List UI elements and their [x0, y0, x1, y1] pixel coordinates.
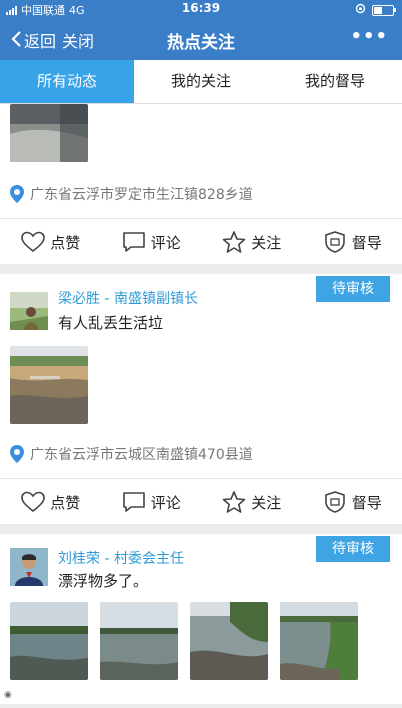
- action-bar: 点赞 评论 关注 督导: [0, 220, 402, 264]
- close-button[interactable]: 关闭: [62, 28, 94, 52]
- comment-button[interactable]: 评论: [101, 220, 202, 264]
- tab-all-activity[interactable]: 所有动态: [0, 60, 134, 103]
- post-card: 刘桂荣 - 村委会主任 漂浮物多了。 待审核 ◉: [0, 534, 402, 704]
- post-photo[interactable]: [190, 602, 268, 680]
- post-card: 梁必胜 - 南盛镇副镇长 有人乱丢生活垃 待审核 广东省云浮市云城区南盛镇470…: [0, 274, 402, 524]
- action-bar: 点赞 评论 关注 督导: [0, 480, 402, 524]
- post-photo[interactable]: [10, 346, 88, 424]
- post-photo[interactable]: [280, 602, 358, 680]
- author-name[interactable]: 梁必胜 - 南盛镇副镇长: [58, 288, 198, 308]
- comment-button[interactable]: 评论: [101, 480, 202, 524]
- heart-icon: [21, 231, 46, 253]
- supervise-button[interactable]: 督导: [302, 480, 402, 524]
- battery-icon: [372, 4, 396, 16]
- divider: [0, 218, 402, 219]
- comment-label: 评论: [150, 493, 181, 512]
- status-right: [355, 3, 396, 17]
- like-button[interactable]: 点赞: [0, 220, 101, 264]
- supervise-button[interactable]: 督导: [302, 220, 402, 264]
- post-photo[interactable]: [10, 602, 88, 680]
- location-row: 广东省云浮市罗定市生江镇828乡道: [10, 184, 253, 204]
- comment-label: 评论: [150, 233, 181, 252]
- post-photo[interactable]: [100, 602, 178, 680]
- heart-icon: [21, 491, 46, 513]
- back-button[interactable]: 返回: [10, 28, 56, 52]
- star-icon: [222, 231, 246, 253]
- like-button[interactable]: 点赞: [0, 480, 101, 524]
- follow-label: 关注: [251, 233, 282, 252]
- post-text: 有人乱丢生活垃: [58, 314, 164, 332]
- post-card: 广东省云浮市罗定市生江镇828乡道 点赞 评论 关注 督导: [0, 104, 402, 264]
- supervise-label: 督导: [351, 493, 382, 512]
- post-text: 漂浮物多了。: [58, 572, 149, 590]
- avatar[interactable]: [10, 548, 48, 586]
- divider: [0, 478, 402, 479]
- follow-button[interactable]: 关注: [201, 480, 302, 524]
- location-pin-icon: [10, 185, 24, 203]
- location-text: 广东省云浮市云城区南盛镇470县道: [30, 447, 253, 463]
- location-pin-icon: [10, 445, 24, 463]
- like-label: 点赞: [50, 493, 81, 512]
- comment-icon: [122, 232, 145, 252]
- chevron-left-icon: [10, 30, 22, 50]
- avatar[interactable]: [10, 292, 48, 330]
- nav-bar: 返回 关闭 热点关注 •••: [0, 18, 402, 60]
- more-button[interactable]: •••: [350, 26, 388, 47]
- location-row: 广东省云浮市云城区南盛镇470县道: [10, 444, 253, 464]
- comment-icon: [122, 492, 145, 512]
- tab-my-supervision[interactable]: 我的督导: [268, 60, 402, 103]
- clock: 16:39: [181, 1, 221, 15]
- feed-list[interactable]: 广东省云浮市罗定市生江镇828乡道 点赞 评论 关注 督导 梁必胜 - 南盛镇副…: [0, 104, 402, 708]
- tab-bar: 所有动态 我的关注 我的督导: [0, 60, 402, 104]
- watermark-logo: ◉: [4, 690, 12, 700]
- follow-label: 关注: [251, 493, 282, 512]
- tab-my-follows[interactable]: 我的关注: [134, 60, 268, 103]
- shield-icon: [324, 491, 345, 513]
- status-badge: 待审核: [316, 276, 390, 302]
- shield-icon: [324, 231, 345, 253]
- status-bar: 中国联通 4G 16:39: [0, 0, 402, 18]
- author-name[interactable]: 刘桂荣 - 村委会主任: [58, 548, 184, 568]
- supervise-label: 督导: [351, 233, 382, 252]
- post-photo[interactable]: [10, 104, 88, 162]
- like-label: 点赞: [50, 233, 81, 252]
- star-icon: [222, 491, 246, 513]
- status-badge: 待审核: [316, 536, 390, 562]
- follow-button[interactable]: 关注: [201, 220, 302, 264]
- nav-left: 返回 关闭: [10, 28, 94, 52]
- location-text: 广东省云浮市罗定市生江镇828乡道: [30, 187, 253, 203]
- rotation-lock-icon: [355, 3, 366, 17]
- back-label: 返回: [24, 32, 57, 51]
